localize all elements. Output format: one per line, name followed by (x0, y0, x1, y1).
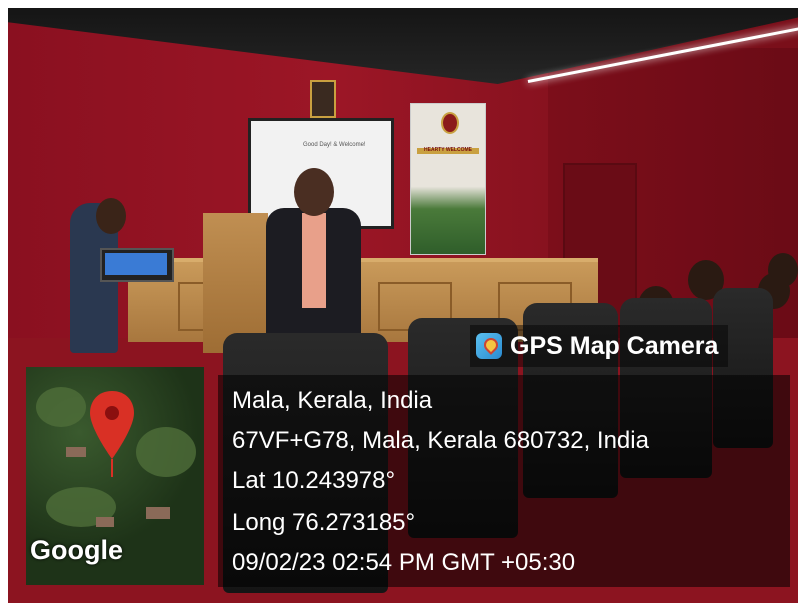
app-title-bar: GPS Map Camera (470, 325, 729, 367)
map-pin-icon (90, 391, 134, 477)
place-name: Mala, Kerala, India (232, 387, 433, 414)
map-building (146, 507, 170, 519)
audience-member (768, 253, 798, 287)
banner-logo (441, 112, 459, 134)
speaker-head (294, 168, 334, 216)
screen-text: Good Day! & Welcome! (303, 142, 366, 148)
speaker-shirt (302, 213, 326, 308)
address: 67VF+G78, Mala, Kerala 680732, India (232, 427, 649, 454)
map-tree-cover (136, 427, 196, 477)
photo-frame: Good Day! & Welcome! HEARTY WELCOME Goog… (0, 0, 806, 611)
map-thumbnail: Google (26, 367, 204, 585)
map-building (66, 447, 86, 457)
wall-portrait (310, 80, 336, 118)
app-name: GPS Map Camera (510, 331, 719, 360)
map-tree-cover (36, 387, 86, 427)
lectern (203, 213, 268, 353)
banner-text: HEARTY WELCOME (424, 147, 472, 153)
seated-person-head (96, 198, 126, 234)
welcome-banner: HEARTY WELCOME (410, 103, 486, 255)
gps-map-camera-icon (476, 333, 502, 359)
location-info-panel: Mala, Kerala, India 67VF+G78, Mala, Kera… (218, 375, 790, 587)
latitude: Lat 10.243978° (232, 467, 396, 494)
laptop (100, 248, 174, 282)
datetime: 09/02/23 02:54 PM GMT +05:30 (232, 549, 576, 576)
banner-text-stripe: HEARTY WELCOME (417, 147, 479, 154)
longitude: Long 76.273185° (232, 509, 416, 536)
map-building (96, 517, 114, 527)
google-logo: Google (30, 535, 123, 565)
